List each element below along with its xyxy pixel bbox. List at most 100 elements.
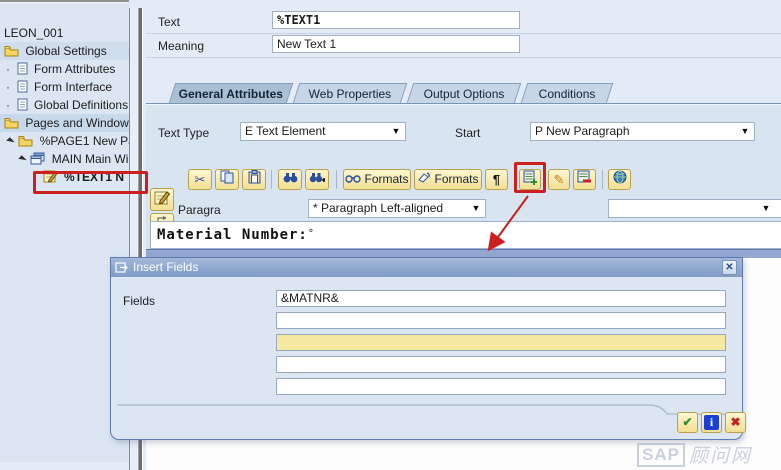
x-icon: ✖	[730, 415, 741, 429]
tab-label: Conditions	[538, 87, 596, 101]
continue-button[interactable]: ✔	[677, 412, 698, 433]
eraser-arrow-icon	[417, 170, 431, 189]
folder-icon	[18, 134, 33, 150]
field-minus-icon	[577, 170, 592, 188]
start-select[interactable]: P New Paragraph ▼	[530, 122, 755, 141]
field-input-2[interactable]	[276, 312, 726, 329]
button-label: Formats	[434, 172, 479, 186]
tab-general-attributes[interactable]: General Attributes	[168, 83, 294, 103]
paragraph-select[interactable]: * Paragraph Left-aligned ▼	[308, 199, 486, 218]
text-type-label: Text Type	[158, 126, 210, 140]
paste-button[interactable]	[242, 169, 266, 190]
tree-label: Form Attributes	[34, 62, 116, 76]
document-icon	[17, 98, 28, 114]
paragraph-marks-button[interactable]: ¶	[485, 169, 508, 190]
cancel-button[interactable]: ✖	[725, 412, 746, 433]
meaning-input[interactable]: New Text 1	[272, 35, 520, 53]
text-field-label: Text	[158, 15, 181, 29]
tree-label: MAIN Main Win	[51, 152, 129, 166]
text-name-input[interactable]: %TEXT1	[272, 11, 520, 29]
field-input-1[interactable]: &MATNR&	[276, 290, 726, 307]
check-icon: ✔	[682, 415, 693, 429]
field-input-3-highlighted[interactable]	[276, 334, 726, 351]
editor-text-line: Material Number:°	[151, 222, 781, 243]
tab-label: Output Options	[423, 87, 505, 101]
field-input-4[interactable]	[276, 356, 726, 373]
tree-label: Form Interface	[34, 80, 113, 94]
tree-node-form-name[interactable]: LEON_001	[0, 24, 129, 42]
toolbar-separator	[602, 170, 603, 189]
divider	[146, 57, 781, 58]
tree-node-global-definitions[interactable]: · Global Definitions	[0, 96, 129, 114]
field-input-5[interactable]	[276, 378, 726, 395]
folder-icon	[4, 116, 19, 132]
chevron-down-icon[interactable]: ▼	[389, 123, 403, 140]
dialog-titlebar[interactable]: Insert Fields ✕	[111, 258, 742, 277]
reset-formats-button[interactable]: Formats	[414, 169, 482, 190]
dialog-window-icon	[115, 261, 129, 280]
binoculars-plus-icon	[309, 172, 326, 187]
glasses-icon	[345, 170, 362, 189]
meaning-field-label: Meaning	[158, 39, 205, 53]
inline-text-editor[interactable]: Material Number:°	[150, 221, 781, 249]
scissors-icon: ✂	[194, 172, 206, 187]
find-button[interactable]	[278, 169, 302, 190]
window-icon	[30, 152, 45, 168]
document-icon	[17, 62, 28, 78]
toolbar-separator	[336, 170, 337, 189]
graphic-button[interactable]	[608, 169, 631, 190]
toolbar-separator	[271, 170, 272, 189]
tree-bullet: ·	[6, 98, 14, 112]
tab-conditions[interactable]: Conditions	[520, 83, 614, 103]
sap-smartforms-screen: LEON_001 Global Settings · Form Attribut…	[0, 0, 781, 470]
chevron-down-icon[interactable]: ▼	[469, 200, 483, 217]
tab-web-properties[interactable]: Web Properties	[292, 83, 408, 103]
start-label: Start	[455, 126, 481, 140]
text-type-value: E Text Element	[245, 124, 326, 138]
binoculars-icon	[283, 172, 298, 187]
tree-node-form-interface[interactable]: · Form Interface	[0, 78, 129, 96]
cut-button[interactable]: ✂	[188, 169, 212, 190]
change-field-button[interactable]	[573, 169, 596, 190]
copy-button[interactable]	[215, 169, 239, 190]
find-next-button[interactable]	[305, 169, 329, 190]
watermark: SAP 顾问网	[637, 441, 779, 468]
close-icon[interactable]: ✕	[722, 260, 737, 275]
tab-label: General Attributes	[178, 87, 283, 101]
tab-output-options[interactable]: Output Options	[406, 83, 522, 103]
tab-label: Web Properties	[308, 87, 391, 101]
tree-bullet: ·	[6, 62, 14, 76]
character-format-select[interactable]: ▼	[608, 199, 781, 218]
text-type-select[interactable]: E Text Element ▼	[240, 122, 406, 141]
tree-bullet: ·	[6, 80, 14, 94]
help-button[interactable]: i	[701, 412, 722, 433]
divider	[146, 33, 781, 34]
folder-icon	[4, 44, 19, 60]
chevron-down-icon[interactable]: ▼	[738, 123, 752, 140]
paragraph-value: * Paragraph Left-aligned	[313, 201, 444, 215]
info-icon: i	[704, 415, 719, 430]
tree-node-pages-and-windows[interactable]: Pages and Windows	[0, 114, 129, 132]
tree-node-page1[interactable]: %PAGE1 New Pag	[0, 132, 129, 150]
globe-icon	[613, 170, 627, 187]
tree-node-main-window[interactable]: MAIN Main Win	[0, 150, 129, 168]
tree-label: LEON_001	[4, 26, 64, 40]
tree-node-global-settings[interactable]: Global Settings	[0, 42, 129, 60]
dialog-footer-separator	[117, 404, 741, 415]
edit-field-button[interactable]: ✎	[548, 169, 570, 190]
annotation-box-tree-text1	[33, 171, 148, 194]
chevron-down-icon[interactable]: ▼	[759, 200, 773, 217]
fields-label: Fields	[123, 294, 156, 308]
editor-toggle-button[interactable]	[150, 188, 174, 211]
display-formats-button[interactable]: Formats	[343, 169, 411, 190]
dialog-title: Insert Fields	[133, 260, 199, 274]
tree-node-form-attributes[interactable]: · Form Attributes	[0, 60, 129, 78]
paragraph-label: Paragra	[178, 203, 221, 217]
expand-arrow-icon[interactable]	[18, 155, 27, 164]
note-pencil-icon	[154, 191, 171, 208]
pencil-icon: ✎	[553, 172, 565, 187]
tree-label: Global Settings	[25, 44, 107, 58]
expand-arrow-icon[interactable]	[6, 137, 15, 146]
paragraph-end-mark: °	[307, 228, 315, 239]
pilcrow-icon: ¶	[492, 172, 501, 187]
